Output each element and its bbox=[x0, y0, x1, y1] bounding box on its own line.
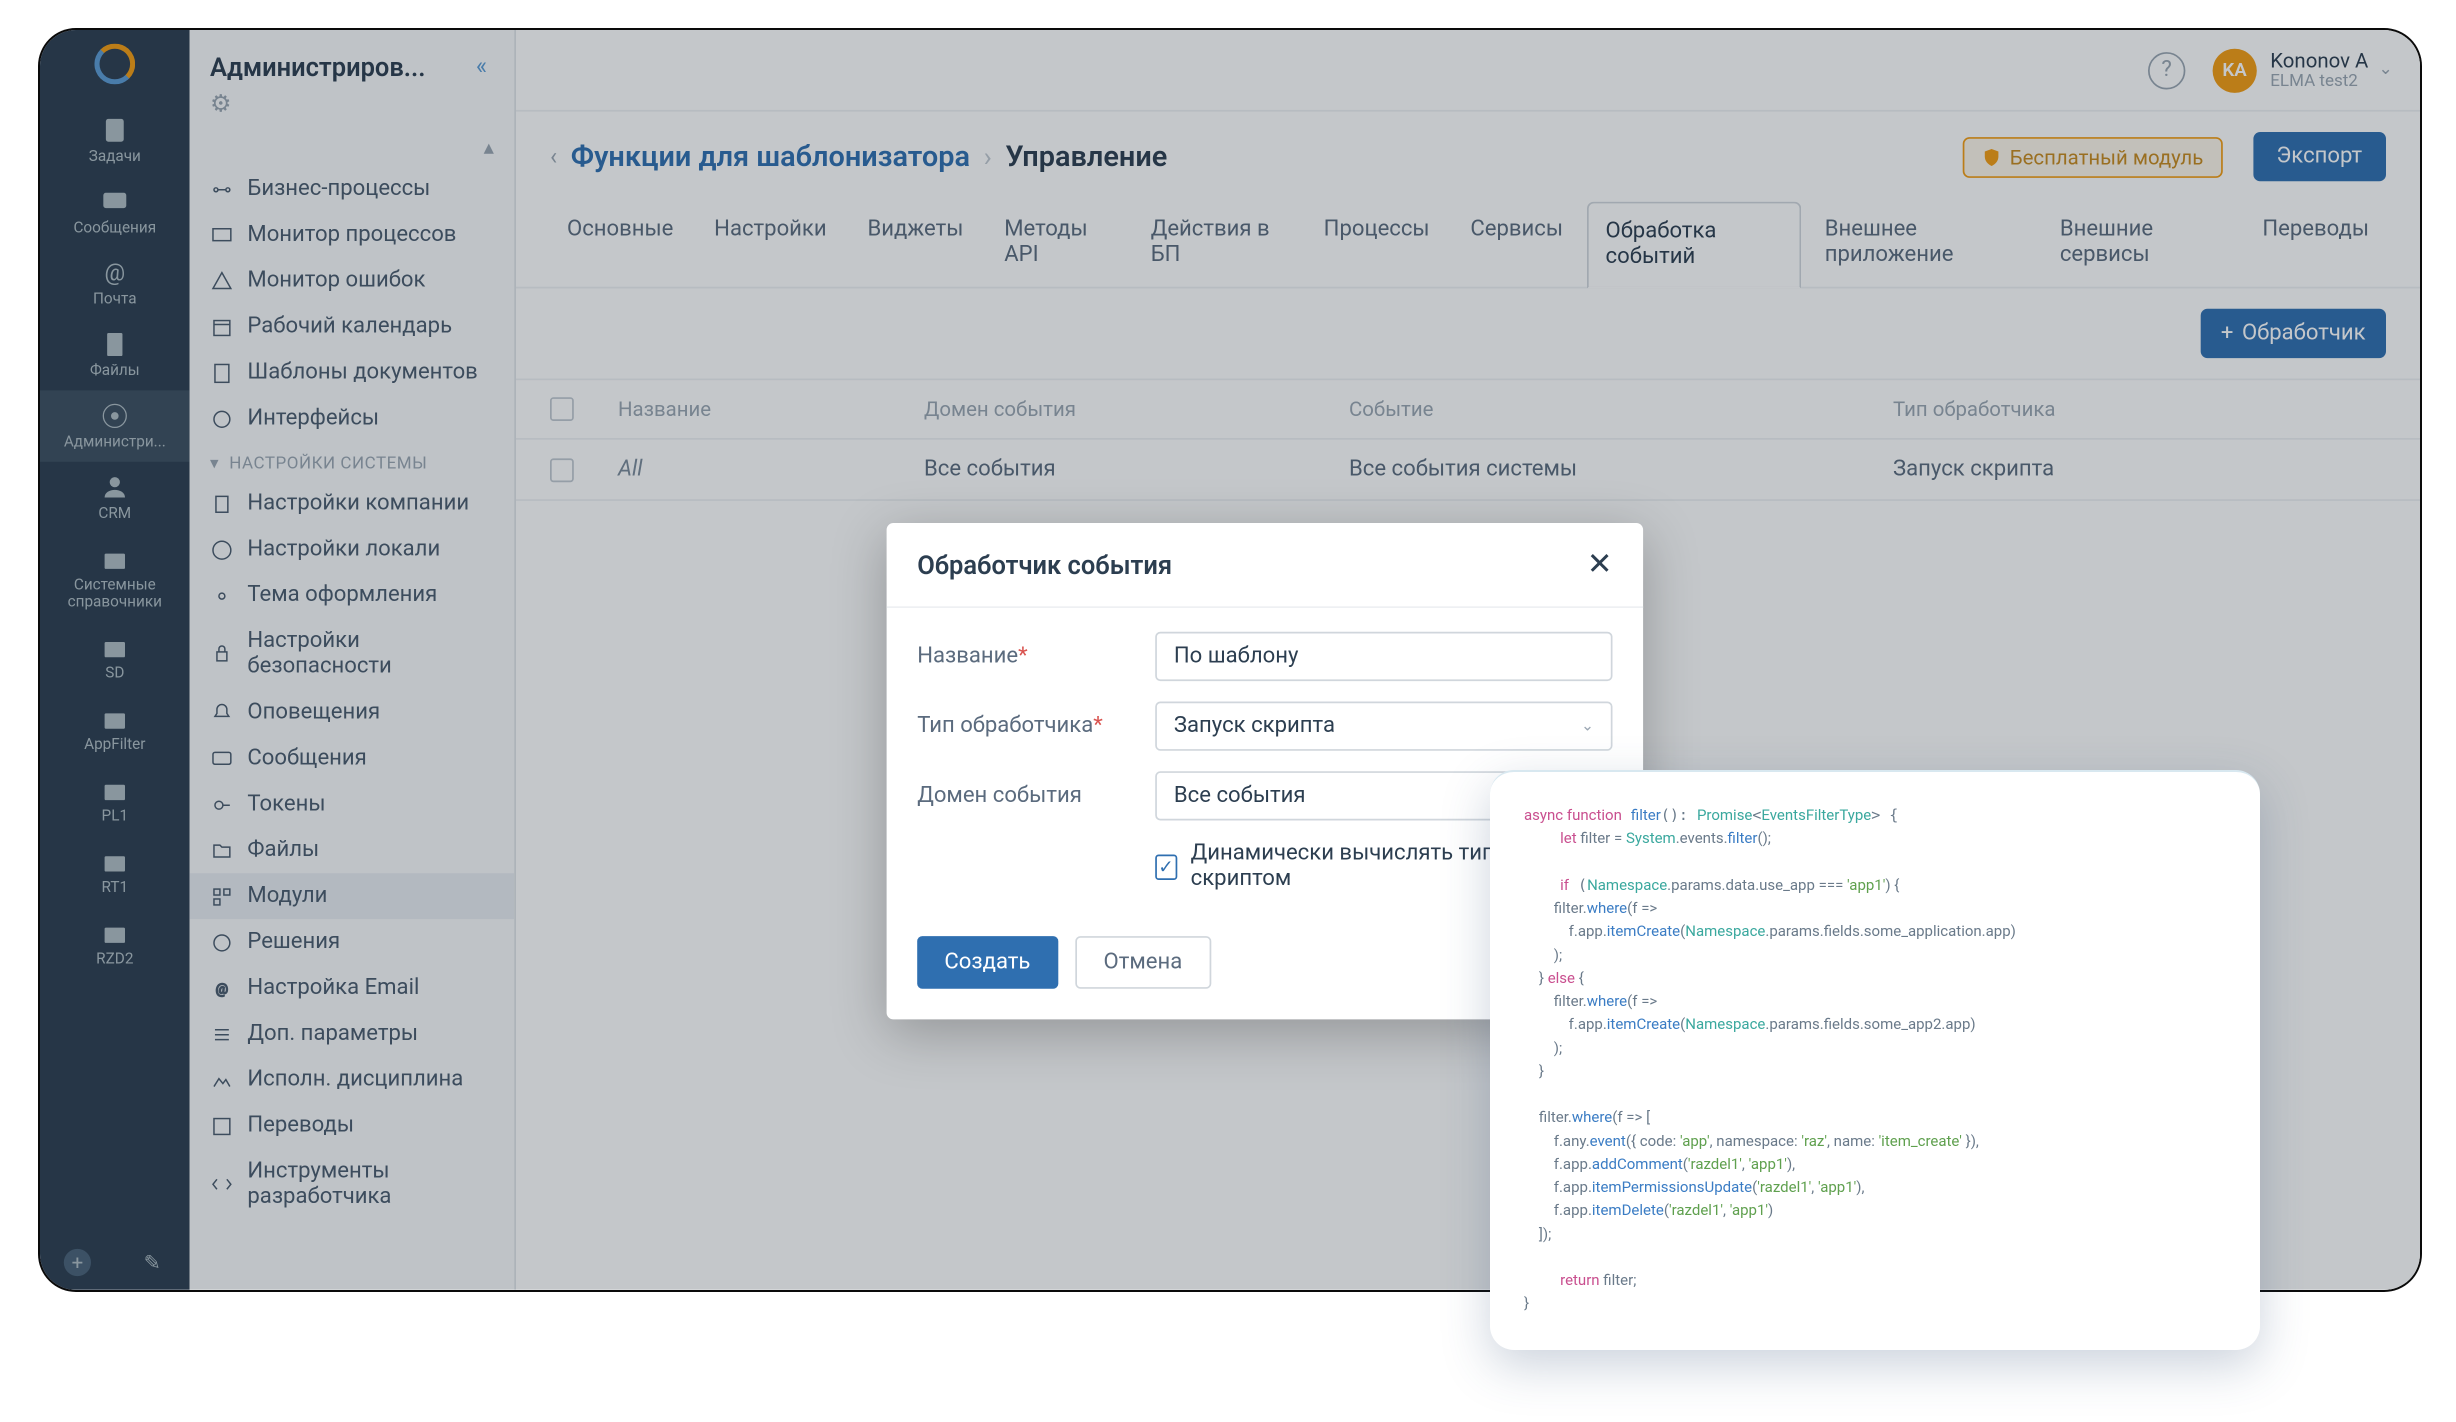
type-select[interactable]: Запуск скрипта⌄ bbox=[1155, 702, 1612, 751]
menu-locale-settings[interactable]: Настройки локали bbox=[190, 526, 515, 572]
row-checkbox[interactable] bbox=[550, 458, 574, 482]
modal-title: Обработчик события bbox=[917, 549, 1587, 580]
col-name: Название bbox=[618, 397, 924, 421]
svg-text:@: @ bbox=[216, 981, 228, 997]
menu-doc-templates[interactable]: Шаблоны документов bbox=[190, 350, 515, 396]
menu-files[interactable]: Файлы bbox=[190, 827, 515, 873]
tab-services[interactable]: Сервисы bbox=[1453, 202, 1580, 287]
code-content: async function filter(): Promise<EventsF… bbox=[1524, 804, 2226, 1316]
name-input[interactable] bbox=[1155, 632, 1612, 681]
tab-api[interactable]: Методы API bbox=[987, 202, 1127, 287]
nav-sd[interactable]: SD bbox=[40, 622, 190, 693]
menu-company-settings[interactable]: Настройки компании bbox=[190, 481, 515, 527]
menu-process-monitor[interactable]: Монитор процессов bbox=[190, 212, 515, 258]
nav-add-button[interactable]: + bbox=[64, 1249, 91, 1276]
app-nav: Задачи Сообщения @Почта Файлы Администри… bbox=[40, 30, 190, 1290]
breadcrumb-current: Управление bbox=[1005, 140, 1167, 174]
tab-widgets[interactable]: Виджеты bbox=[850, 202, 980, 287]
label-domain: Домен события bbox=[917, 783, 1155, 809]
breadcrumb-back-icon[interactable]: ‹ bbox=[550, 143, 557, 170]
nav-messages[interactable]: Сообщения bbox=[40, 176, 190, 247]
tab-event-handling[interactable]: Обработка событий bbox=[1587, 202, 1801, 289]
menu-extra-params[interactable]: Доп. параметры bbox=[190, 1011, 515, 1057]
close-icon[interactable]: ✕ bbox=[1587, 547, 1613, 583]
table-row[interactable]: All Все события Все события системы Запу… bbox=[516, 440, 2420, 501]
code-snippet-card: async function filter(): Promise<EventsF… bbox=[1490, 770, 2260, 1350]
collapse-sidebar-icon[interactable]: « bbox=[469, 47, 494, 88]
nav-crm[interactable]: CRM bbox=[40, 462, 190, 533]
menu-messages[interactable]: Сообщения bbox=[190, 736, 515, 782]
breadcrumb-parent[interactable]: Функции для шаблонизатора bbox=[571, 140, 970, 174]
menu-error-monitor[interactable]: Монитор ошибок bbox=[190, 258, 515, 304]
tabs: Основные Настройки Виджеты Методы API Де… bbox=[516, 202, 2420, 289]
section-collapse-icon[interactable]: ▴ bbox=[190, 129, 515, 166]
menu-section-system: ▾НАСТРОЙКИ СИСТЕМЫ bbox=[190, 441, 515, 480]
col-domain: Домен события bbox=[924, 397, 1349, 421]
dynamic-checkbox[interactable]: ✓ bbox=[1155, 854, 1177, 880]
add-handler-button[interactable]: +Обработчик bbox=[2201, 309, 2386, 358]
menu-notifications[interactable]: Оповещения bbox=[190, 690, 515, 736]
menu-solutions[interactable]: Решения bbox=[190, 919, 515, 965]
tab-bp-actions[interactable]: Действия в БП bbox=[1134, 202, 1300, 287]
menu-theme[interactable]: Тема оформления bbox=[190, 572, 515, 618]
nav-admin[interactable]: Администри... bbox=[40, 390, 190, 461]
help-icon[interactable]: ? bbox=[2148, 51, 2185, 88]
nav-pl1[interactable]: PL1 bbox=[40, 764, 190, 835]
select-all-checkbox[interactable] bbox=[550, 397, 574, 421]
sidebar-settings-icon[interactable]: ⚙ bbox=[190, 91, 515, 128]
col-type: Тип обработчика bbox=[1893, 397, 2386, 421]
svg-text:@: @ bbox=[104, 260, 125, 287]
export-button[interactable]: Экспорт bbox=[2253, 132, 2386, 181]
nav-tasks[interactable]: Задачи bbox=[40, 105, 190, 176]
menu-dev-tools[interactable]: Инструменты разработчика bbox=[190, 1149, 515, 1220]
chevron-down-icon: ⌄ bbox=[2379, 61, 2393, 80]
tab-external-app[interactable]: Внешнее приложение bbox=[1808, 202, 2036, 287]
plus-icon: + bbox=[2221, 321, 2234, 347]
user-avatar[interactable]: KA bbox=[2212, 48, 2256, 92]
logo-icon bbox=[94, 44, 135, 85]
tab-main[interactable]: Основные bbox=[550, 202, 690, 287]
menu-email[interactable]: @Настройка Email bbox=[190, 965, 515, 1011]
cancel-button[interactable]: Отмена bbox=[1075, 936, 1212, 989]
chevron-down-icon: ⌄ bbox=[1581, 718, 1594, 735]
menu-business-processes[interactable]: Бизнес-процессы bbox=[190, 166, 515, 212]
menu-interfaces[interactable]: Интерфейсы bbox=[190, 396, 515, 442]
tab-external-services[interactable]: Внешние сервисы bbox=[2043, 202, 2239, 287]
free-module-badge: Бесплатный модуль bbox=[1962, 136, 2222, 177]
tab-processes[interactable]: Процессы bbox=[1307, 202, 1447, 287]
create-button[interactable]: Создать bbox=[917, 936, 1057, 989]
nav-settings-button[interactable]: ✎ bbox=[139, 1249, 166, 1276]
menu-modules[interactable]: Модули bbox=[190, 873, 515, 919]
col-event: Событие bbox=[1349, 397, 1893, 421]
nav-mail[interactable]: @Почта bbox=[40, 248, 190, 319]
user-menu[interactable]: Kononov A ELMA test2 bbox=[2270, 49, 2368, 91]
handlers-table: Название Домен события Событие Тип обраб… bbox=[516, 379, 2420, 501]
sidebar-title: Администриров... bbox=[210, 52, 469, 83]
nav-appfilter[interactable]: AppFilter bbox=[40, 693, 190, 764]
menu-security[interactable]: Настройки безопасности bbox=[190, 618, 515, 689]
label-type: Тип обработчика* bbox=[917, 713, 1155, 739]
menu-tokens[interactable]: Токены bbox=[190, 781, 515, 827]
tab-translations[interactable]: Переводы bbox=[2245, 202, 2386, 287]
menu-translations[interactable]: Переводы bbox=[190, 1103, 515, 1149]
nav-rt1[interactable]: RT1 bbox=[40, 836, 190, 907]
nav-directories[interactable]: Системные справочники bbox=[40, 533, 190, 621]
nav-files[interactable]: Файлы bbox=[40, 319, 190, 390]
shield-icon bbox=[1981, 146, 2001, 166]
sidebar: Администриров... « ⚙ ▴ Бизнес-процессы М… bbox=[190, 30, 516, 1290]
menu-discipline[interactable]: Исполн. дисциплина bbox=[190, 1057, 515, 1103]
menu-calendar[interactable]: Рабочий календарь bbox=[190, 304, 515, 350]
tab-settings[interactable]: Настройки bbox=[697, 202, 843, 287]
nav-rzd2[interactable]: RZD2 bbox=[40, 907, 190, 978]
label-name: Название* bbox=[917, 644, 1155, 670]
